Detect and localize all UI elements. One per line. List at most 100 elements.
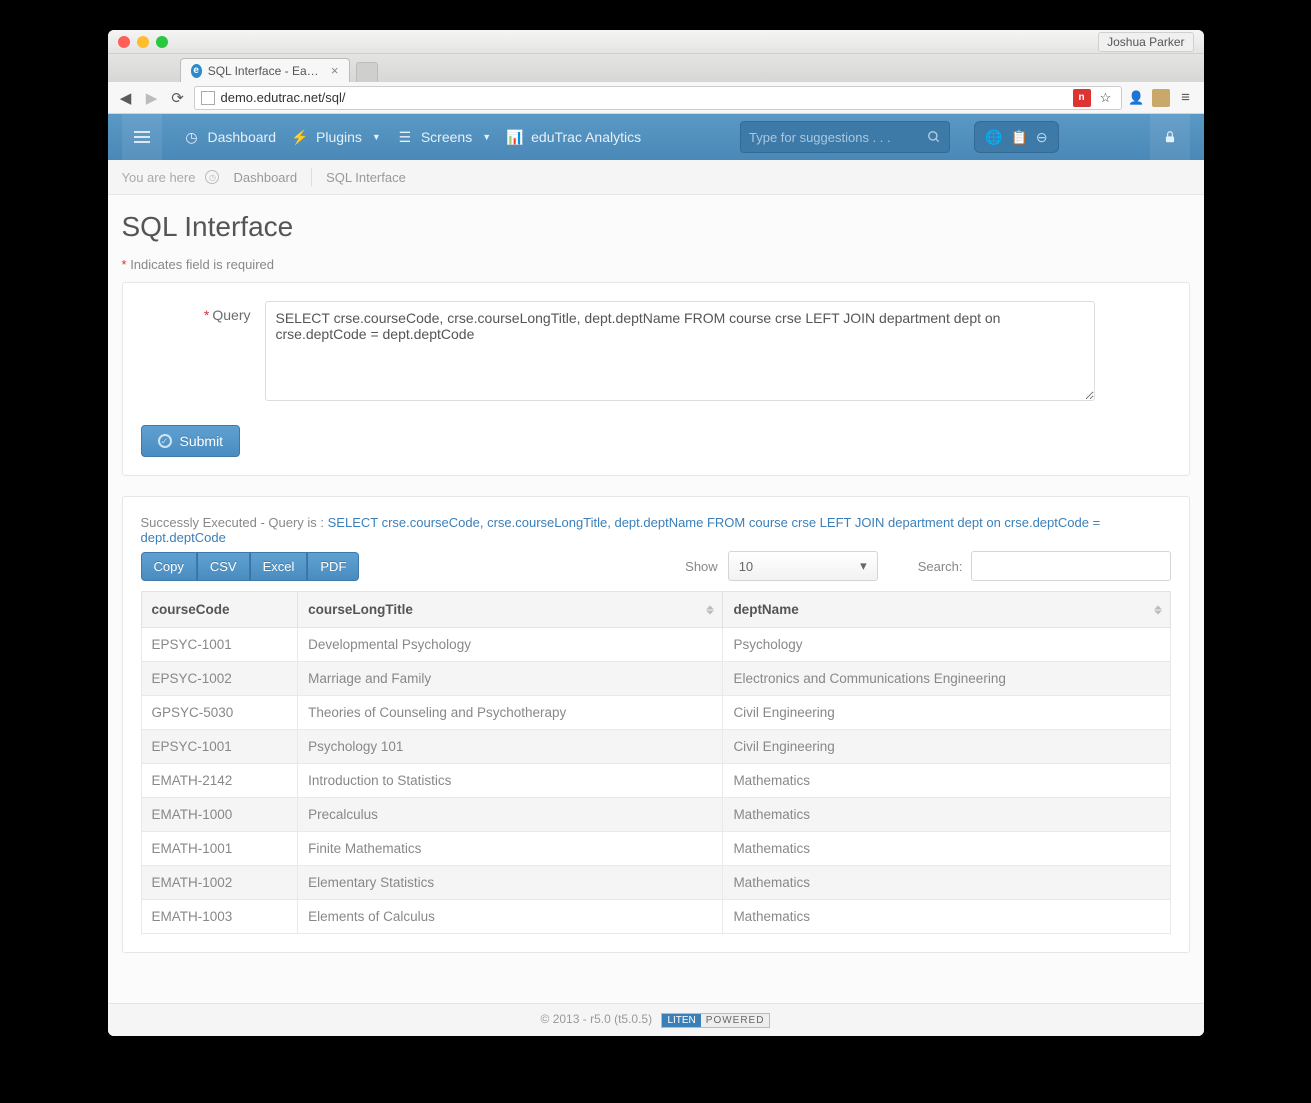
bookmark-star-icon[interactable]: ☆ [1097, 89, 1115, 107]
clipboard-icon[interactable]: 📋 [1010, 129, 1027, 146]
nav-item-edutrac-analytics[interactable]: 📊eduTrac Analytics [499, 114, 649, 160]
table-cell: EPSYC-1001 [141, 730, 298, 764]
nav-item-plugins[interactable]: ⚡Plugins▼ [284, 114, 389, 160]
table-cell: EMATH-2142 [141, 764, 298, 798]
column-courseCode[interactable]: courseCode [141, 592, 298, 628]
minimize-window-button[interactable] [137, 36, 149, 48]
table-cell: EMATH-1001 [141, 832, 298, 866]
globe-icon[interactable]: 🌐 [985, 129, 1002, 146]
lock-icon [1163, 129, 1177, 145]
tab-title: SQL Interface - Eastbound [208, 64, 321, 78]
forward-button[interactable]: ▶ [142, 88, 162, 108]
table-cell: Theories of Counseling and Psychotherapy [298, 696, 723, 730]
browser-toolbar: ◀ ▶ ⟳ demo.edutrac.net/sql/ n ☆ 👤 ≡ [108, 82, 1204, 114]
export-pdf-button[interactable]: PDF [307, 552, 359, 581]
extension-icon-1[interactable]: n [1073, 89, 1091, 107]
table-cell: Civil Engineering [723, 730, 1170, 764]
back-button[interactable]: ◀ [116, 88, 136, 108]
favicon-icon: e [191, 64, 202, 78]
show-entries-select[interactable]: 10▾ [728, 551, 878, 581]
status-pill: 🌐 📋 ⊖ [974, 121, 1059, 153]
suggestions-search[interactable] [740, 121, 950, 153]
table-cell: Mathematics [723, 832, 1170, 866]
reload-button[interactable]: ⟳ [168, 88, 188, 108]
table-cell: Precalculus [298, 798, 723, 832]
page-title: SQL Interface [122, 211, 1190, 243]
plug-icon: ⚡ [292, 129, 308, 145]
lock-button[interactable] [1150, 114, 1190, 160]
export-excel-button[interactable]: Excel [250, 552, 308, 581]
table-cell: Elements of Calculus [298, 900, 723, 934]
browser-tab[interactable]: e SQL Interface - Eastbound × [180, 58, 350, 82]
window-titlebar: Joshua Parker [108, 30, 1204, 54]
table-cell: Psychology [723, 628, 1170, 662]
results-toolbar: CopyCSVExcelPDF Show 10▾ Search: [141, 551, 1171, 581]
table-cell: EMATH-1003 [141, 900, 298, 934]
close-tab-icon[interactable]: × [331, 63, 339, 78]
table-cell: Mathematics [723, 866, 1170, 900]
browser-profile-chip[interactable]: Joshua Parker [1098, 32, 1193, 52]
breadcrumb-link-dashboard[interactable]: Dashboard [233, 170, 297, 185]
close-window-button[interactable] [118, 36, 130, 48]
extension-icon-2[interactable]: 👤 [1128, 89, 1146, 107]
results-panel: Successly Executed - Query is : SELECT c… [122, 496, 1190, 953]
table-row: EPSYC-1002Marriage and FamilyElectronics… [141, 662, 1170, 696]
breadcrumb-current: SQL Interface [326, 170, 406, 185]
export-copy-button[interactable]: Copy [141, 552, 197, 581]
table-row: EMATH-1002Elementary StatisticsMathemati… [141, 866, 1170, 900]
url-bar[interactable]: demo.edutrac.net/sql/ n ☆ [194, 86, 1122, 110]
table-cell: Developmental Psychology [298, 628, 723, 662]
table-row: EPSYC-1001Developmental PsychologyPsycho… [141, 628, 1170, 662]
results-table: courseCodecourseLongTitledeptName EPSYC-… [141, 591, 1171, 934]
url-actions: n ☆ [1073, 89, 1115, 107]
page-content: SQL Interface * Indicates field is requi… [108, 195, 1204, 1003]
check-circle-icon: ✓ [158, 434, 172, 448]
gauge-icon: ◷ [184, 129, 200, 145]
suggestions-input[interactable] [749, 130, 927, 145]
table-cell: EMATH-1002 [141, 866, 298, 900]
table-row: EMATH-1000PrecalculusMathematics [141, 798, 1170, 832]
table-cell: Marriage and Family [298, 662, 723, 696]
nav-item-dashboard[interactable]: ◷Dashboard [176, 114, 285, 160]
breadcrumb-prefix: You are here [122, 170, 196, 185]
page-footer: © 2013 - r5.0 (t5.0.5) LITENPOWERED [108, 1003, 1204, 1036]
gauge-icon: ◷ [205, 170, 219, 184]
table-cell: EMATH-1000 [141, 798, 298, 832]
table-search-input[interactable] [971, 551, 1171, 581]
export-csv-button[interactable]: CSV [197, 552, 250, 581]
zoom-window-button[interactable] [156, 36, 168, 48]
sort-icon [1154, 605, 1162, 614]
extension-icon-3[interactable] [1152, 89, 1170, 107]
minus-circle-icon[interactable]: ⊖ [1036, 129, 1048, 146]
table-cell: Civil Engineering [723, 696, 1170, 730]
chevron-down-icon: ▼ [372, 132, 381, 142]
query-textarea[interactable] [265, 301, 1095, 401]
query-label: *Query [141, 301, 251, 323]
table-cell: EPSYC-1001 [141, 628, 298, 662]
chevron-down-icon: ▾ [860, 558, 867, 574]
sort-icon [706, 605, 714, 614]
submit-button[interactable]: ✓ Submit [141, 425, 241, 457]
table-row: EPSYC-1001Psychology 101Civil Engineerin… [141, 730, 1170, 764]
column-deptName[interactable]: deptName [723, 592, 1170, 628]
new-tab-button[interactable] [356, 62, 378, 82]
search-label: Search: [918, 559, 963, 574]
table-cell: EPSYC-1002 [141, 662, 298, 696]
nav-item-screens[interactable]: ☰Screens▼ [389, 114, 499, 160]
table-cell: Mathematics [723, 900, 1170, 934]
result-status: Successly Executed - Query is : SELECT c… [141, 515, 1171, 545]
search-icon[interactable] [927, 130, 941, 144]
column-courseLongTitle[interactable]: courseLongTitle [298, 592, 723, 628]
browser-menu-icon[interactable]: ≡ [1176, 88, 1196, 108]
required-note: * Indicates field is required [122, 257, 1190, 272]
table-cell: GPSYC-5030 [141, 696, 298, 730]
query-panel: *Query ✓ Submit [122, 282, 1190, 476]
table-row: EMATH-1001Finite MathematicsMathematics [141, 832, 1170, 866]
table-cell: Psychology 101 [298, 730, 723, 764]
table-cell: Introduction to Statistics [298, 764, 723, 798]
sidebar-toggle-button[interactable] [122, 114, 162, 160]
hamburger-icon [134, 131, 150, 143]
table-row: EMATH-2142Introduction to StatisticsMath… [141, 764, 1170, 798]
table-cell: Finite Mathematics [298, 832, 723, 866]
url-text: demo.edutrac.net/sql/ [221, 90, 346, 105]
